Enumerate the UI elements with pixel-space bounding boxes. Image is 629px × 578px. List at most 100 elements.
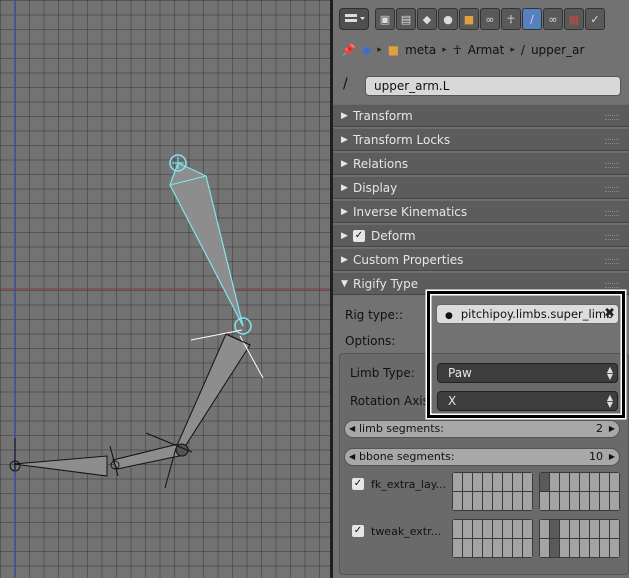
collapsed-triangle-icon: ▶ (341, 254, 348, 265)
drag-grip-icon[interactable] (605, 187, 619, 192)
breadcrumb-arrow-icon: ▸ (442, 45, 447, 55)
drag-grip-icon[interactable] (605, 163, 619, 168)
section-label: Transform Locks (353, 132, 451, 147)
drag-grip-icon[interactable] (605, 235, 619, 240)
breadcrumb: 📌 ◆ ▸ ■ meta ▸ ☥ Armat ▸ / upper_ar (333, 36, 629, 64)
texture-tab-icon[interactable]: ▦ (564, 8, 584, 30)
breadcrumb-bone: upper_ar (530, 43, 585, 57)
collapsed-triangle-icon: ▶ (341, 134, 348, 145)
3d-viewport[interactable] (0, 0, 330, 578)
limb-segments-slider[interactable]: ◀ limb segments: 2 ▶ (344, 420, 620, 438)
section-deform[interactable]: ▶ ✓ Deform (333, 224, 629, 247)
bone-tab-icon[interactable]: / (522, 8, 542, 30)
breadcrumb-armature: Armat (467, 43, 505, 57)
section-display[interactable]: ▶ Display (333, 176, 629, 199)
fk-extra-layers-grid-a[interactable] (452, 472, 533, 511)
section-label: Custom Properties (353, 252, 464, 267)
section-label: Display (353, 180, 398, 195)
tweak-extra-layers-grid-a[interactable] (452, 519, 533, 558)
section-transform-locks[interactable]: ▶ Transform Locks (333, 128, 629, 151)
drag-grip-icon[interactable] (605, 211, 619, 216)
increment-arrow-icon[interactable]: ▶ (609, 449, 615, 465)
bone-constraints-tab-icon[interactable]: ∞ (543, 8, 563, 30)
bone-name-row: / upper_arm.L (333, 72, 629, 100)
decrement-arrow-icon[interactable]: ◀ (349, 421, 355, 437)
expanded-triangle-icon: ▼ (341, 278, 348, 289)
properties-tabs: ▣ ▤ ◆ ● ■ ∞ ☥ / ∞ ▦ ✓ (375, 8, 605, 30)
armature-data-tab-icon[interactable]: ☥ (501, 8, 521, 30)
section-label: Deform (371, 228, 416, 243)
fk-extra-layers-grid-b[interactable] (539, 472, 620, 511)
rig-type-field[interactable]: ● pitchipoy.limbs.super_limb ✖ (436, 304, 619, 324)
object-tab-icon[interactable]: ■ (459, 8, 479, 30)
breadcrumb-arrow-icon: ▸ (510, 45, 515, 55)
drag-grip-icon[interactable] (605, 283, 619, 288)
collapsed-triangle-icon: ▶ (341, 158, 348, 169)
bone-name-field[interactable]: upper_arm.L (365, 76, 621, 96)
section-rigify-type[interactable]: ▼ Rigify Type (333, 272, 629, 295)
breadcrumb-arrow-icon: ▸ (377, 45, 382, 55)
bone-upper-arm-selected[interactable] (169, 154, 252, 335)
bbone-segments-label: bbone segments: (359, 450, 455, 463)
editor-type-button[interactable] (339, 8, 369, 30)
limb-type-value: Paw (448, 366, 472, 380)
deform-checkbox[interactable]: ✓ (353, 229, 365, 242)
physics-tab-icon[interactable]: ✓ (585, 8, 605, 30)
scene-tab-icon[interactable]: ◆ (417, 8, 437, 30)
panel-sections: ▶ Transform ▶ Transform Locks ▶ Relation… (333, 104, 629, 296)
breadcrumb-object: meta (405, 43, 437, 57)
collapsed-triangle-icon: ▶ (341, 230, 348, 241)
collapsed-triangle-icon: ▶ (341, 206, 348, 217)
collapsed-triangle-icon: ▶ (341, 110, 348, 121)
fk-extra-label: fk_extra_lay... (371, 478, 447, 491)
options-label: Options: (345, 334, 396, 348)
render-layers-tab-icon[interactable]: ▤ (396, 8, 416, 30)
bone-paw[interactable] (9, 438, 120, 477)
updown-arrows-icon: ▲ ▼ (606, 365, 613, 381)
rigify-type-body: Rig type:: ● pitchipoy.limbs.super_limb ✖… (333, 296, 629, 578)
bbone-segments-slider[interactable]: ◀ bbone segments: 10 ▶ (344, 448, 620, 466)
search-dot-icon: ● (445, 311, 453, 321)
pin-icon[interactable]: 📌 (341, 43, 356, 57)
scene-icon: ◆ (361, 43, 372, 57)
updown-arrows-icon: ▲ ▼ (606, 393, 613, 409)
bone-icon: / (520, 43, 525, 57)
bone-icon: / (343, 76, 348, 92)
tweak-extra-checkbox[interactable]: ✓ (352, 525, 364, 537)
section-transform[interactable]: ▶ Transform (333, 104, 629, 127)
section-label: Rigify Type (353, 276, 419, 291)
decrement-arrow-icon[interactable]: ◀ (349, 449, 355, 465)
fk-extra-checkbox[interactable]: ✓ (352, 478, 364, 490)
section-custom-properties[interactable]: ▶ Custom Properties (333, 248, 629, 271)
drag-grip-icon[interactable] (605, 139, 619, 144)
tweak-extra-layers-grid-b[interactable] (539, 519, 620, 558)
armature-drawing (0, 0, 330, 578)
armature-icon: ☥ (452, 43, 462, 57)
bone-forearm[interactable] (174, 329, 264, 451)
drag-grip-icon[interactable] (605, 115, 619, 120)
rotation-axis-value: X (448, 394, 457, 408)
collapsed-triangle-icon: ▶ (341, 182, 348, 193)
section-inverse-kinematics[interactable]: ▶ Inverse Kinematics (333, 200, 629, 223)
render-tab-icon[interactable]: ▣ (375, 8, 395, 30)
section-label: Inverse Kinematics (353, 204, 468, 219)
section-label: Transform (353, 108, 413, 123)
limb-segments-label: limb segments: (359, 422, 444, 435)
increment-arrow-icon[interactable]: ▶ (609, 421, 615, 437)
section-relations[interactable]: ▶ Relations (333, 152, 629, 175)
limb-type-dropdown[interactable]: Paw ▲ ▼ (437, 363, 618, 383)
constraints-tab-icon[interactable]: ∞ (480, 8, 500, 30)
tweak-extra-label: tweak_extr... (371, 525, 442, 538)
object-cube-icon: ■ (387, 43, 400, 57)
rotation-axis-dropdown[interactable]: X ▲ ▼ (437, 391, 618, 411)
rig-type-value: pitchipoy.limbs.super_limb (460, 307, 614, 321)
limb-type-label: Limb Type: (350, 366, 415, 380)
limb-segments-value: 2 (596, 422, 603, 435)
close-x-icon[interactable]: ✖ (604, 305, 615, 323)
properties-header: ▣ ▤ ◆ ● ■ ∞ ☥ / ∞ ▦ ✓ (333, 0, 629, 34)
editor-type-icon (345, 14, 365, 22)
world-tab-icon[interactable]: ● (438, 8, 458, 30)
rig-type-label: Rig type:: (345, 308, 403, 322)
drag-grip-icon[interactable] (605, 259, 619, 264)
options-box: Limb Type: Paw ▲ ▼ Rotation Axis: X ▲ ▼ ◀ … (339, 353, 629, 575)
